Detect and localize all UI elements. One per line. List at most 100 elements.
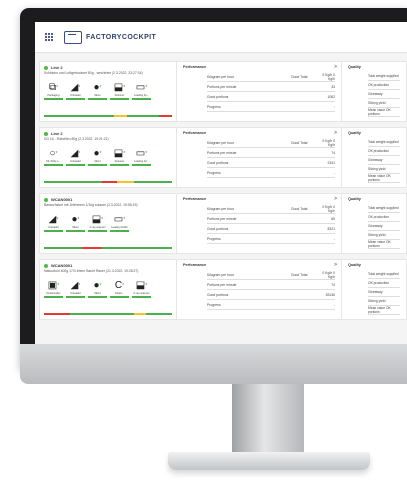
machine-status[interactable]: ◢* Unloader <box>44 215 63 232</box>
machine-label: Packaging <box>47 94 60 97</box>
performance-key: Progress <box>207 170 221 175</box>
performance-key: Progress <box>207 104 221 109</box>
line-subtitle: KG 16 - Richelieu 80g (2.3.2022, 19:21:2… <box>44 137 109 141</box>
performance-unit: Good Total <box>291 206 308 211</box>
machine-status-bar <box>44 230 63 232</box>
line-subtitle: Barauchstue mit Jelehewm 1/1kg solauer (… <box>44 203 138 207</box>
line-cards: Line 2 Schinken und Luftgetrocknet 80g -… <box>35 53 407 320</box>
quality-row: Slicing yield <box>368 297 400 306</box>
performance-row: Good portions 1062 <box>207 92 335 102</box>
quality-row: OK production <box>368 279 400 288</box>
performance-key: Kilogram per hour <box>207 272 234 277</box>
performance-row: Portions per minute 65 <box>207 214 335 224</box>
quality-row: Total weight supplied <box>368 138 400 147</box>
performance-unit: Good Total <box>291 272 308 277</box>
performance-section: Performance > Kilogram per hour Good Tot… <box>177 128 342 187</box>
expand-arrow-icon[interactable]: > <box>334 130 337 136</box>
line-card[interactable]: WCAN0001 Barauchstue mit Jelehewm 1/1kg … <box>39 193 407 254</box>
quality-row: Total weight supplied <box>368 270 400 279</box>
machine-status[interactable]: ⬓* X-ray scanner <box>132 281 151 298</box>
machine-label: Slicer <box>94 94 101 97</box>
quality-row: Giveaway <box>368 156 400 165</box>
expand-arrow-icon[interactable]: > <box>334 262 337 268</box>
line-info: Line 2 Schinken und Luftgetrocknet 80g -… <box>40 62 177 121</box>
quality-row: Mean value OK portions <box>368 306 400 315</box>
performance-value: 33 <box>331 84 335 89</box>
machine-status-bar <box>132 164 151 166</box>
machine-status[interactable]: ●* Slicer <box>88 149 107 166</box>
performance-value: 0 Kg/h 0 Kg/h <box>322 270 335 279</box>
machine-status[interactable]: ○* ML Write s... <box>44 149 63 166</box>
machine-status-bar <box>66 164 85 166</box>
line-card[interactable]: WCAN0001 Natuurtuin 400g 17/3 Intern Bac… <box>39 259 407 320</box>
machine-status[interactable]: ◢* Unloader <box>66 83 85 100</box>
quality-row: OK production <box>368 213 400 222</box>
performance-title: Performance <box>183 197 207 201</box>
machine-status[interactable]: ●* Slicer <box>88 281 107 298</box>
quality-row: Total weight supplied <box>368 204 400 213</box>
machine-status[interactable]: ▭* Loading for... <box>132 83 151 100</box>
quality-title: Quality <box>348 131 361 135</box>
machine-icon: ⬓* <box>91 214 104 225</box>
machine-status[interactable]: ●* Slicer <box>88 83 107 100</box>
factory-logo-icon <box>64 30 82 44</box>
performance-row: Progress - <box>207 300 335 310</box>
machine-status[interactable]: ⬓* Scanner <box>110 149 129 166</box>
quality-section: Quality Total weight supplied OK producti… <box>342 62 406 121</box>
machine-status[interactable]: ▣* Dosierzader <box>44 281 63 298</box>
machine-label: Loading buffer <box>111 226 128 229</box>
performance-value: 2341 <box>327 160 335 165</box>
line-title: WCAN0001 <box>51 263 73 268</box>
quality-title: Quality <box>348 263 361 267</box>
machine-icon: ◢* <box>48 214 59 225</box>
performance-title: Performance <box>183 65 207 69</box>
machine-status-bar <box>110 230 129 232</box>
machine-label: X-ray scanner <box>89 226 106 229</box>
timeline-status-bar <box>44 247 172 249</box>
machine-label: Scanner <box>114 94 125 97</box>
machine-label: Classi... <box>114 292 125 295</box>
line-title: Line 2 <box>51 65 63 70</box>
expand-arrow-icon[interactable]: > <box>334 196 337 202</box>
machine-status[interactable]: ◢* Unloader <box>66 149 85 166</box>
running-status-dot <box>44 197 48 202</box>
performance-row: Kilogram per hour Good Total 0 Kg/h 0 Kg… <box>207 270 335 280</box>
expand-arrow-icon[interactable]: > <box>334 64 337 70</box>
quality-row: Total weight supplied <box>368 72 400 81</box>
machine-icon: C* <box>114 280 125 291</box>
performance-row: Good portions 2341 <box>207 158 335 168</box>
machine-label: Dosierzader <box>46 292 61 295</box>
performance-value: 65 <box>331 216 335 221</box>
machine-status[interactable]: ▭* Loading for... <box>132 149 151 166</box>
line-info: WCAN0001 Barauchstue mit Jelehewm 1/1kg … <box>40 194 177 253</box>
line-info: Line 2 KG 16 - Richelieu 80g (2.3.2022, … <box>40 128 177 187</box>
machine-status[interactable]: ◢* Unloader <box>66 281 85 298</box>
machine-label: X-ray scanner <box>133 292 150 295</box>
performance-row: Kilogram per hour Good Total 0 Kg/h 0 Kg… <box>207 138 335 148</box>
app-grid-icon[interactable] <box>45 32 54 42</box>
machine-status[interactable]: ⬓* Scanner <box>110 83 129 100</box>
machine-status[interactable]: ⬓* X-ray scanner <box>88 215 107 232</box>
machine-status[interactable]: ⧉* Packaging <box>44 83 63 100</box>
performance-value: 0 Kg/h 0 Kg/h <box>322 204 335 213</box>
line-card[interactable]: Line 2 Schinken und Luftgetrocknet 80g -… <box>39 61 407 122</box>
quality-section: Quality Total weight supplied OK producti… <box>342 194 406 253</box>
app-header: FACTORYCOCKPIT <box>35 22 407 53</box>
performance-key: Good portions <box>207 160 229 165</box>
performance-value: 74 <box>331 150 335 155</box>
machine-icon: ●* <box>93 280 102 291</box>
quality-row: OK production <box>368 81 400 90</box>
machine-status[interactable]: C* Classi... <box>110 281 129 298</box>
machine-icon: ⧉* <box>48 82 59 93</box>
quality-row: Slicing yield <box>368 231 400 240</box>
performance-row: Portions per minute 74 <box>207 148 335 158</box>
line-card[interactable]: Line 2 KG 16 - Richelieu 80g (2.3.2022, … <box>39 127 407 188</box>
performance-key: Portions per minute <box>207 150 237 155</box>
machine-status[interactable]: ▭* Loading buffer <box>110 215 129 232</box>
performance-value: - <box>333 236 335 241</box>
machine-status[interactable]: ●* Slicer <box>66 215 85 232</box>
quality-row: OK production <box>368 147 400 156</box>
monitor-chin <box>20 344 407 384</box>
performance-row: Portions per minute 74 <box>207 280 335 290</box>
performance-value: 8321 <box>327 226 335 231</box>
